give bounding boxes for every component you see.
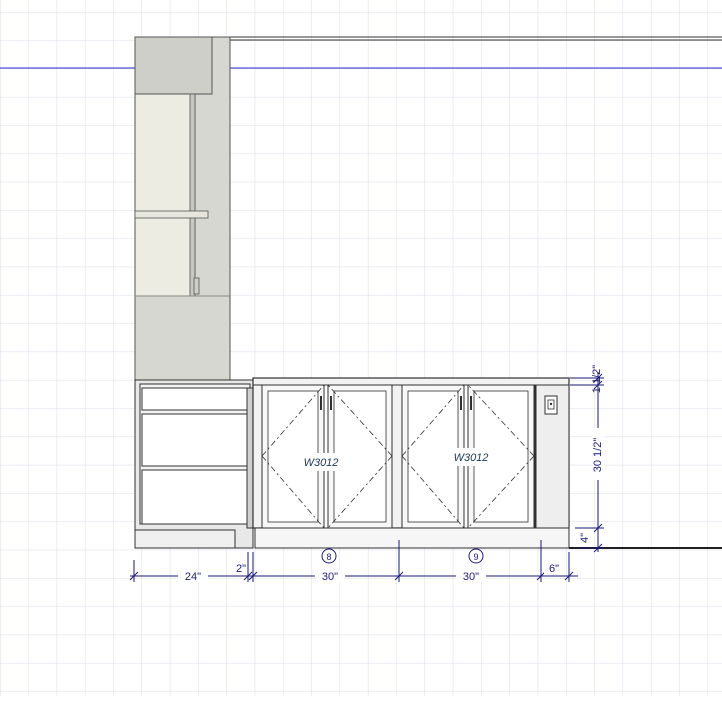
cabinet-w3012-left[interactable]: W3012 [261,384,393,529]
cabinet-label: W3012 [454,452,489,464]
svg-text:8: 8 [326,552,331,562]
dimension-label: 1 1/2" [591,365,603,393]
drawer-front-middle[interactable] [141,413,249,467]
dimension-label: 30" [322,571,338,583]
dimension-label: 4" [579,533,591,543]
svg-text:9: 9 [473,552,478,562]
outlet-icon [544,395,558,415]
dimension-label: 30 1/2" [592,438,604,473]
elevation-drawing: W3012 W3012 8 9 24" 2" 30" 30" 6" 1 1/2"… [0,0,722,696]
drawer-front-top[interactable] [141,387,249,411]
drawing-grid [0,0,722,696]
tall-cabinet-side[interactable] [134,36,231,381]
cabinet-number-callout[interactable]: 9 [468,548,484,564]
dimension-label: 2" [236,563,246,575]
elevation-drawing-canvas[interactable]: W3012 W3012 8 9 24" 2" 30" 30" 6" 1 1/2"… [0,0,722,696]
drawer-base-cabinet[interactable] [134,379,254,549]
dimension-label: 30" [463,571,479,583]
cabinet-w3012-right[interactable]: W3012 [401,384,536,529]
toe-kick [134,529,236,549]
drawer-front-bottom[interactable] [141,469,249,525]
dimension-label: 24" [185,571,201,583]
cabinet-label: W3012 [304,457,339,469]
dimension-label: 6" [549,563,559,575]
cabinet-number-callout[interactable]: 8 [321,548,337,564]
